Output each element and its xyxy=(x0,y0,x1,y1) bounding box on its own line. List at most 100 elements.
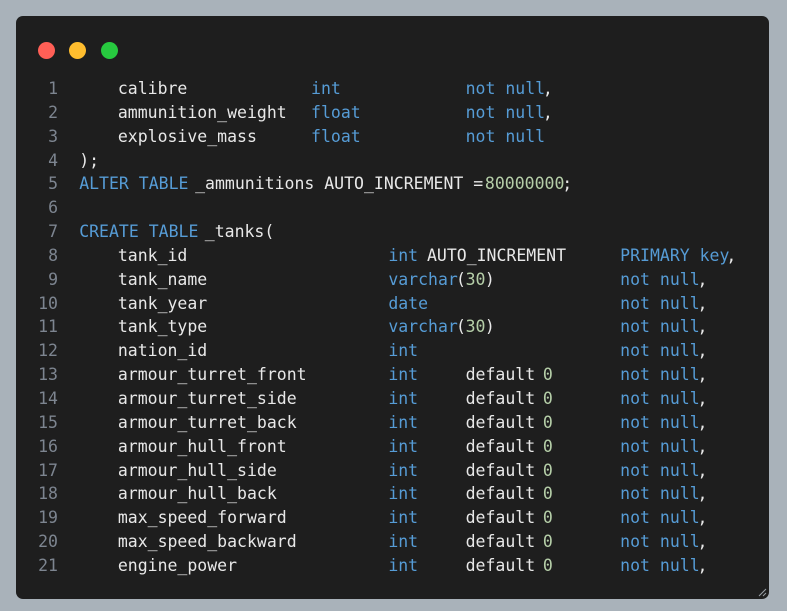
code-keyword: float xyxy=(311,102,361,122)
code-text: , xyxy=(542,102,553,122)
code-text: , xyxy=(697,293,708,313)
code-number: 0 xyxy=(542,484,553,504)
code-text: armour_turret_side xyxy=(117,388,297,408)
code-line: 16 armour_hull_front int default 0 not null, xyxy=(16,435,769,459)
code-line: 17 armour_hull_side int default 0 not null, xyxy=(16,459,769,483)
code-keyword: ALTER TABLE xyxy=(79,174,189,194)
code-text: ) xyxy=(484,317,495,337)
code-text: , xyxy=(697,436,708,456)
line-number: 16 xyxy=(38,436,58,456)
line-number: 9 xyxy=(48,269,58,289)
code-text: AUTO_INCREMENT xyxy=(426,245,567,265)
code-number: 0 xyxy=(542,412,553,432)
code-line: 14 armour_turret_side int default 0 not null, xyxy=(16,387,769,411)
code-text: default xyxy=(465,555,536,575)
code-number: 0 xyxy=(542,508,553,528)
code-text: , xyxy=(697,460,708,480)
code-line: 11 tank_type varchar(30) not null, xyxy=(16,315,769,339)
code-text: ( xyxy=(455,269,466,289)
code-number: 0 xyxy=(542,365,553,385)
code-line: 8 tank_id int AUTO_INCREMENT PRIMARY key, xyxy=(16,244,769,268)
code-keyword: int xyxy=(388,365,419,385)
resize-handle-icon[interactable] xyxy=(757,587,767,597)
code-text: armour_hull_front xyxy=(117,436,287,456)
code-text: default xyxy=(465,484,536,504)
code-line: 19 max_speed_forward int default 0 not null, xyxy=(16,506,769,530)
line-number: 1 xyxy=(48,79,58,98)
code-keyword: int xyxy=(388,388,419,408)
code-text: , xyxy=(697,365,708,385)
code-keyword: not null xyxy=(620,436,700,456)
code-block: 1 calibre int not null, 2 ammunition_weight fl… xyxy=(16,77,769,578)
code-text: tank_year xyxy=(117,293,208,313)
line-number: 2 xyxy=(48,102,58,122)
code-text: tank_name xyxy=(117,269,208,289)
code-number: 0 xyxy=(542,388,553,408)
code-line: 4); xyxy=(16,149,769,173)
code-keyword: not null xyxy=(620,484,700,504)
code-keyword: not null xyxy=(620,293,700,313)
code-number: 30 xyxy=(465,269,486,289)
line-number: 18 xyxy=(38,484,58,504)
line-number: 21 xyxy=(38,555,58,575)
code-text: explosive_mass xyxy=(117,126,257,146)
code-text: default xyxy=(465,365,536,385)
line-number: 12 xyxy=(38,341,58,361)
code-text: , xyxy=(697,508,708,528)
code-line: 1 calibre int not null, xyxy=(16,77,769,101)
line-number: 19 xyxy=(38,508,58,528)
code-text: tank_id xyxy=(117,245,188,265)
code-text: default xyxy=(465,508,536,528)
code-line: 20 max_speed_backward int default 0 not null, xyxy=(16,530,769,554)
code-line: 12 nation_id int not null, xyxy=(16,339,769,363)
line-number: 6 xyxy=(48,198,58,218)
line-number: 5 xyxy=(48,174,58,194)
code-line: 7 CREATE TABLE _tanks( xyxy=(16,220,769,244)
close-button[interactable] xyxy=(38,42,55,59)
code-keyword: varchar xyxy=(388,317,458,337)
code-keyword: not null xyxy=(620,508,700,528)
code-text: ( xyxy=(455,317,466,337)
code-text: , xyxy=(542,79,553,98)
code-line: 10 tank_year date not null, xyxy=(16,292,769,316)
code-keyword: not null xyxy=(465,79,546,98)
code-keyword: int xyxy=(388,412,419,432)
maximize-button[interactable] xyxy=(101,42,118,59)
code-keyword: varchar xyxy=(388,269,458,289)
code-line: 15 armour_turret_back int default 0 not null, xyxy=(16,411,769,435)
code-text: ammunition_weight xyxy=(117,102,287,122)
code-number: 80000000 xyxy=(484,174,565,194)
code-keyword: int xyxy=(388,245,419,265)
code-keyword: CREATE TABLE xyxy=(79,222,199,242)
code-number: 0 xyxy=(542,555,553,575)
code-line: 18 armour_hull_back int default 0 not null, xyxy=(16,482,769,506)
code-keyword: not null xyxy=(465,126,546,146)
code-text: , xyxy=(697,341,708,361)
code-keyword: int xyxy=(388,460,419,480)
code-keyword: not null xyxy=(620,460,700,480)
code-text: engine_power xyxy=(117,555,238,575)
line-number: 10 xyxy=(38,293,58,313)
minimize-button[interactable] xyxy=(69,42,86,59)
code-text: armour_hull_back xyxy=(117,484,277,504)
code-text: , xyxy=(697,317,708,337)
code-text: armour_turret_front xyxy=(117,365,307,385)
code-keyword: int xyxy=(388,341,419,361)
code-text: max_speed_backward xyxy=(117,532,297,552)
code-keyword: PRIMARY key xyxy=(620,245,730,265)
code-text: tank_type xyxy=(117,317,208,337)
code-keyword: not null xyxy=(620,365,700,385)
code-keyword: not null xyxy=(620,317,700,337)
code-text: , xyxy=(697,269,708,289)
code-line: 3 explosive_mass float not null xyxy=(16,125,769,149)
line-number: 20 xyxy=(38,532,58,552)
code-text: nation_id xyxy=(117,341,208,361)
code-keyword: int xyxy=(388,484,419,504)
line-number: 3 xyxy=(48,126,58,146)
line-number: 8 xyxy=(48,245,58,265)
code-keyword: not null xyxy=(465,102,546,122)
window-titlebar xyxy=(16,16,769,76)
code-text: default xyxy=(465,412,536,432)
line-number: 4 xyxy=(48,150,58,170)
code-keyword: not null xyxy=(620,269,700,289)
